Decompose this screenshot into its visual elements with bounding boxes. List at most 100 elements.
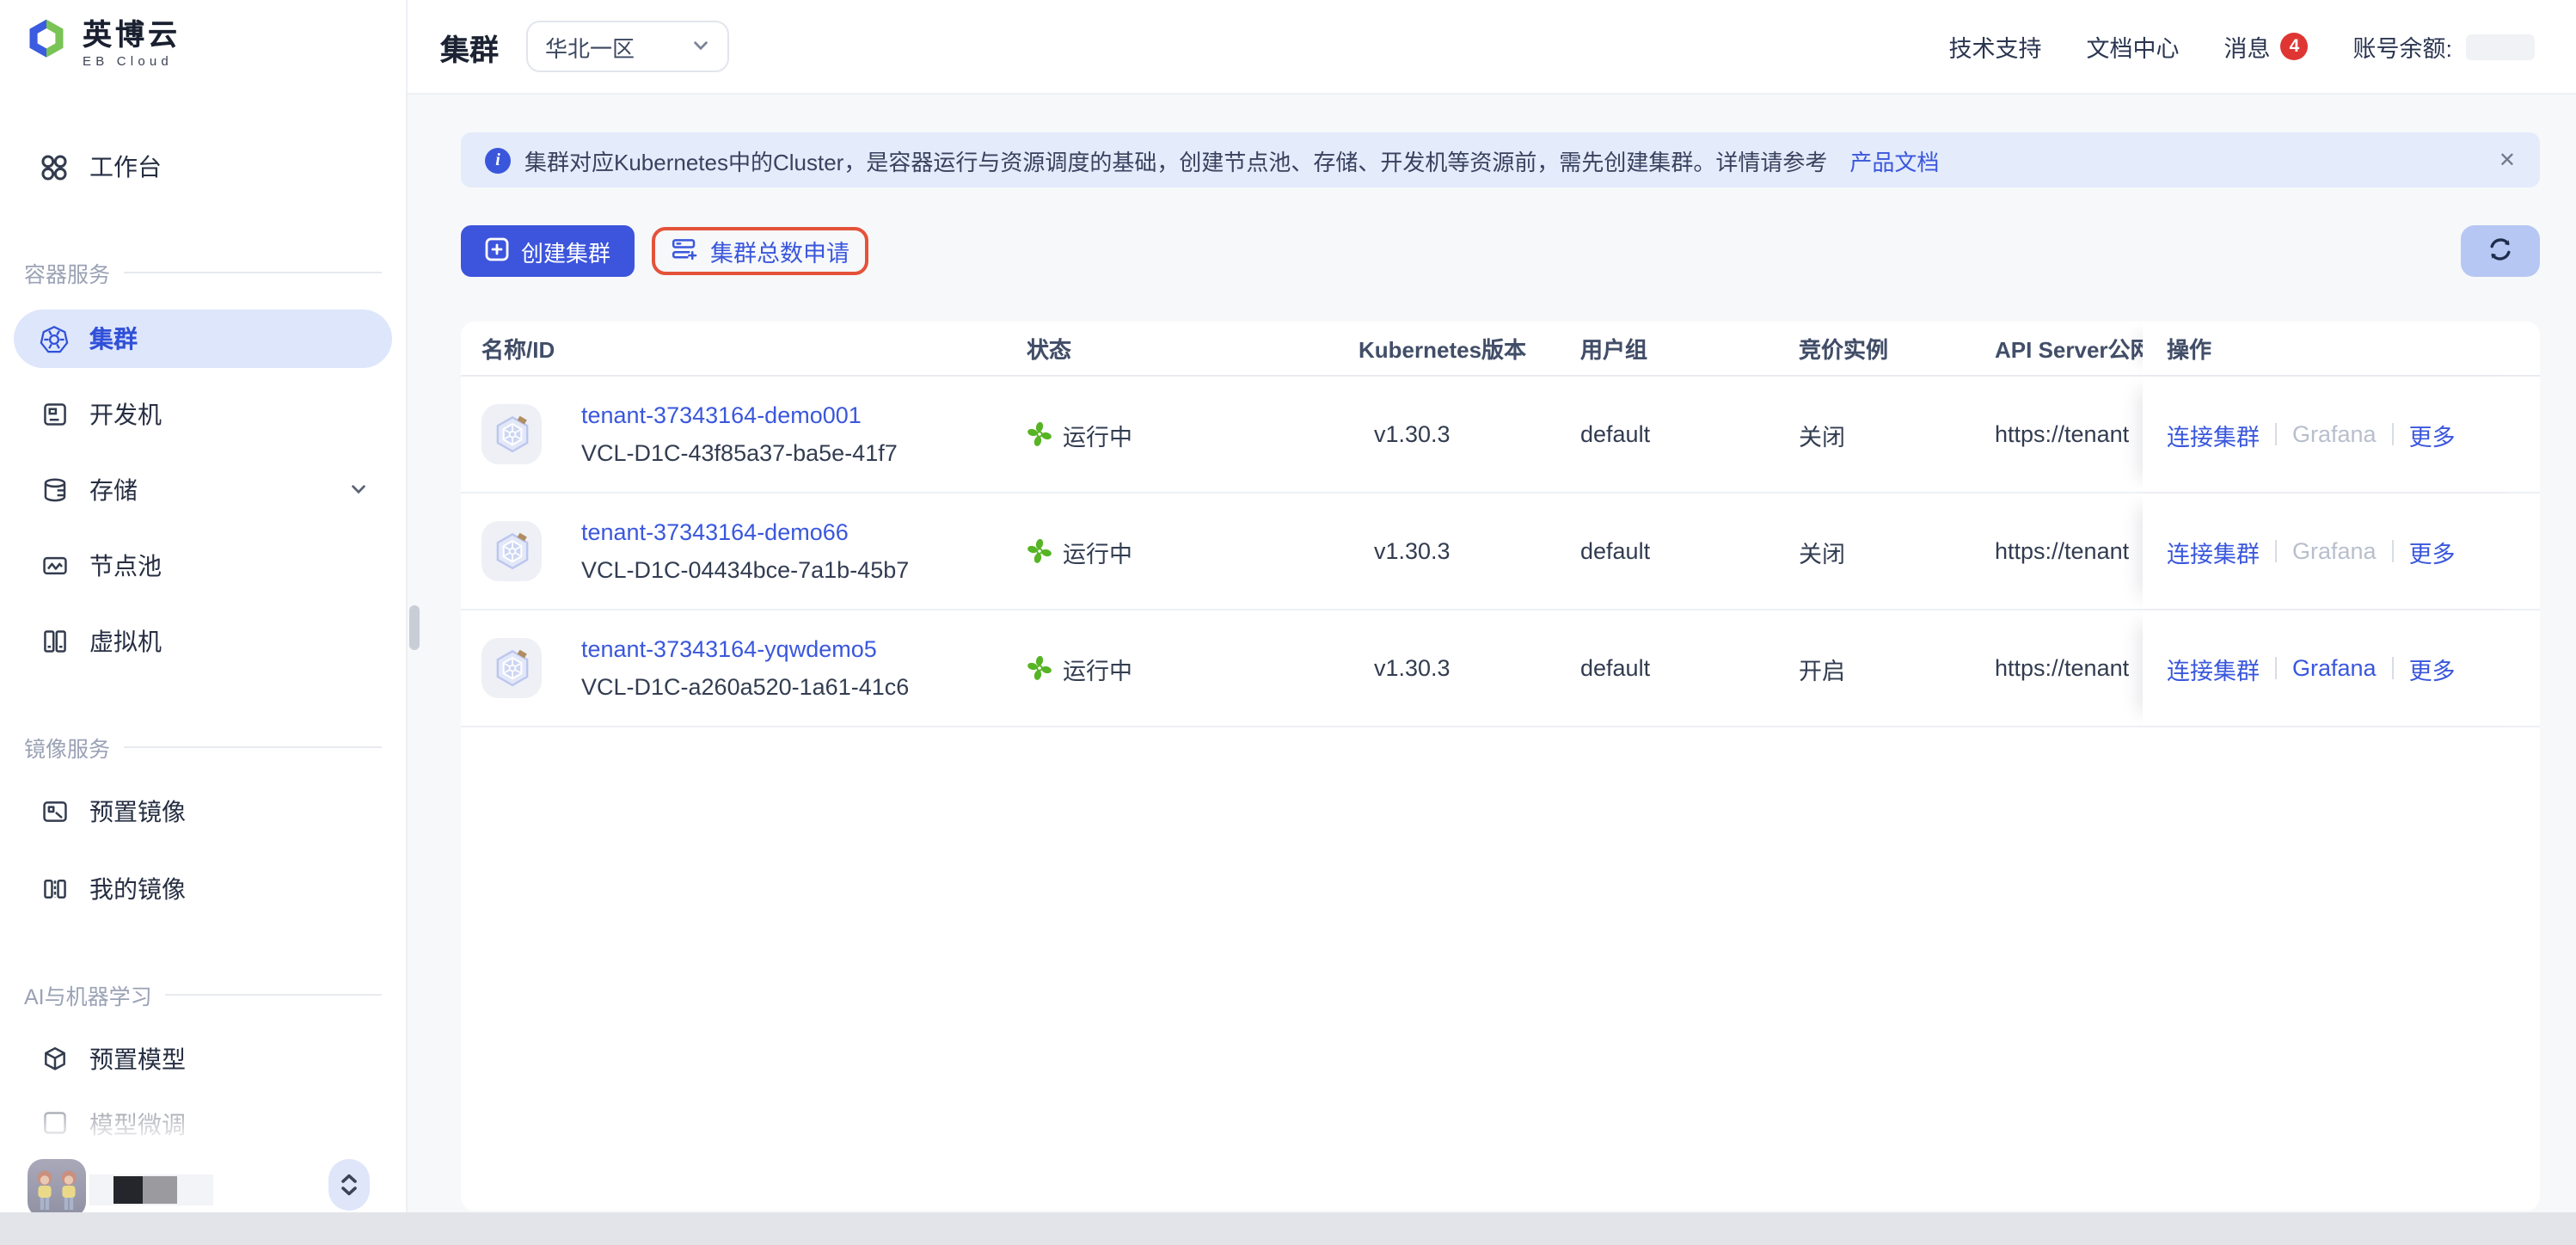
col-header-k8s-version: Kubernetes版本	[1359, 322, 1526, 375]
name-id-cell: tenant-37343164-yqwdemo5 VCL-D1C-a260a52…	[581, 610, 909, 726]
table-row: tenant-37343164-demo001 VCL-D1C-43f85a37…	[461, 377, 2540, 494]
cluster-quota-request-button[interactable]: 集群总数申请	[671, 234, 849, 268]
name-id-cell: tenant-37343164-demo001 VCL-D1C-43f85a37…	[581, 377, 898, 492]
sidebar-item-cluster[interactable]: 集群	[14, 310, 392, 368]
cluster-hexagon-icon	[481, 404, 542, 464]
sidebar-item-label: 集群	[89, 322, 138, 356]
sidebar-item-vm[interactable]: 虚拟机	[14, 612, 392, 671]
k8s-version-cell: v1.30.3	[1374, 494, 1451, 609]
cluster-icon-cell	[481, 494, 542, 609]
sidebar-item-label: 我的镜像	[89, 872, 186, 906]
balance-label: 账号余额:	[2352, 29, 2452, 64]
sidebar-item-label: 虚拟机	[89, 624, 162, 659]
table-row: tenant-37343164-demo66 VCL-D1C-04434bce-…	[461, 494, 2540, 610]
divider	[2392, 423, 2394, 445]
spot-instance-cell: 开启	[1799, 610, 1845, 726]
sidebar-item-label: 开发机	[89, 397, 162, 432]
cluster-icon-cell	[481, 610, 542, 726]
sidebar-item-preset-images[interactable]: 预置镜像	[14, 782, 392, 841]
api-server-cell: https://tenant	[1995, 610, 2139, 726]
cluster-id-text: VCL-D1C-a260a520-1a61-41c6	[581, 668, 909, 706]
brand-logo: 英博云 EB Cloud	[24, 17, 181, 71]
running-fan-icon	[1027, 655, 1052, 681]
brand-subtitle: EB Cloud	[83, 55, 181, 68]
grafana-link[interactable]: Grafana	[2292, 655, 2377, 681]
create-cluster-button[interactable]: 创建集群	[461, 225, 635, 277]
region-selected-value: 华北一区	[545, 30, 635, 63]
user-group-cell: default	[1580, 610, 1650, 726]
sidebar-item-label: 预置模型	[89, 1042, 186, 1076]
sidebar-item-preset-models[interactable]: 预置模型	[14, 1030, 392, 1089]
table-header-row: 名称/ID 状态 Kubernetes版本 用户组 竞价实例 API Serve…	[461, 322, 2540, 377]
k8s-version-cell: v1.30.3	[1374, 377, 1451, 492]
sidebar-item-nodepool[interactable]: 节点池	[14, 537, 392, 595]
more-link[interactable]: 更多	[2409, 534, 2456, 568]
user-bar	[0, 1152, 404, 1212]
more-link[interactable]: 更多	[2409, 417, 2456, 451]
my-image-icon	[40, 874, 69, 904]
cluster-hexagon-icon	[481, 521, 542, 581]
red-annotation-highlight: 集群总数申请	[652, 227, 868, 275]
cluster-table-card: 名称/ID 状态 Kubernetes版本 用户组 竞价实例 API Serve…	[461, 322, 2540, 1211]
region-selector[interactable]: 华北一区	[526, 21, 729, 72]
col-header-name-id: 名称/ID	[481, 322, 555, 375]
server-plus-icon	[671, 235, 698, 267]
operations-cell: 连接集群 Grafana 更多	[2143, 610, 2540, 726]
divider	[2392, 540, 2394, 562]
action-bar: 创建集群 集群总数申请	[461, 222, 2540, 280]
cluster-name-link[interactable]: tenant-37343164-yqwdemo5	[581, 630, 877, 668]
divider	[2275, 540, 2277, 562]
more-link[interactable]: 更多	[2409, 651, 2456, 685]
user-group-cell: default	[1580, 377, 1650, 492]
connect-cluster-link[interactable]: 连接集群	[2167, 417, 2260, 451]
col-header-status: 状态	[1027, 322, 1071, 375]
sidebar-item-my-images[interactable]: 我的镜像	[14, 860, 392, 918]
running-fan-icon	[1027, 421, 1052, 447]
col-header-spot-instance: 竞价实例	[1799, 322, 1888, 375]
status-text: 运行中	[1063, 417, 1132, 451]
sidebar-item-label: 存储	[89, 473, 138, 507]
topbar: 集群 华北一区 技术支持 文档中心 消息 4 账号余额:	[406, 0, 2576, 95]
support-link[interactable]: 技术支持	[1948, 29, 2041, 64]
status-text: 运行中	[1063, 534, 1132, 568]
api-server-cell: https://tenant	[1995, 377, 2139, 492]
account-switcher-button[interactable]	[328, 1159, 370, 1211]
preset-image-icon	[40, 797, 69, 826]
cluster-name-link[interactable]: tenant-37343164-demo001	[581, 396, 862, 434]
node-pool-icon	[40, 551, 69, 580]
table-row: tenant-37343164-yqwdemo5 VCL-D1C-a260a52…	[461, 610, 2540, 727]
brand-name: 英博云	[83, 21, 181, 50]
messages-count-badge: 4	[2280, 33, 2308, 60]
status-text: 运行中	[1063, 651, 1132, 685]
grafana-link[interactable]: Grafana	[2292, 421, 2377, 447]
sidebar-item-label: 节点池	[89, 549, 162, 583]
col-header-api-server: API Server公网	[1995, 322, 2143, 375]
virtual-machine-icon	[40, 627, 69, 656]
name-id-cell: tenant-37343164-demo66 VCL-D1C-04434bce-…	[581, 494, 909, 609]
sidebar-item-workbench[interactable]: 工作台	[14, 138, 392, 196]
status-cell: 运行中	[1027, 610, 1132, 726]
messages-link[interactable]: 消息 4	[2223, 29, 2308, 64]
grafana-link[interactable]: Grafana	[2292, 538, 2377, 564]
connect-cluster-link[interactable]: 连接集群	[2167, 534, 2260, 568]
page-bottom-strip	[0, 1212, 2576, 1245]
cluster-name-link[interactable]: tenant-37343164-demo66	[581, 513, 849, 551]
balance-value-redacted	[2466, 34, 2535, 59]
status-cell: 运行中	[1027, 494, 1132, 609]
plus-square-icon	[485, 236, 509, 266]
sidebar-item-storage[interactable]: 存储	[14, 461, 392, 519]
chevron-down-icon	[691, 34, 710, 59]
connect-cluster-link[interactable]: 连接集群	[2167, 651, 2260, 685]
banner-text: 集群对应Kubernetes中的Cluster，是容器运行与资源调度的基础，创建…	[524, 144, 1827, 176]
operations-cell: 连接集群 Grafana 更多	[2143, 377, 2540, 492]
divider	[2275, 657, 2277, 679]
info-icon: i	[485, 147, 511, 173]
refresh-button[interactable]	[2461, 225, 2540, 277]
sidebar-scrollbar-thumb[interactable]	[409, 605, 420, 650]
docs-link[interactable]: 文档中心	[2086, 29, 2179, 64]
sidebar-item-devmachine[interactable]: 开发机	[14, 385, 392, 444]
banner-close-icon[interactable]: ✕	[2499, 148, 2516, 172]
dev-machine-icon	[40, 400, 69, 429]
product-docs-link[interactable]: 产品文档	[1849, 144, 1939, 176]
avatar[interactable]	[28, 1159, 86, 1217]
